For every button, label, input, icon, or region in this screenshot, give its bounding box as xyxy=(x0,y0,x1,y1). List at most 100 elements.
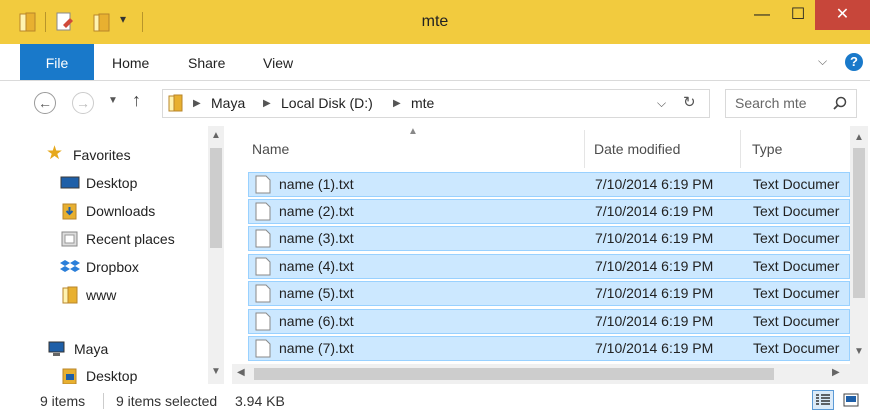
help-icon[interactable]: ? xyxy=(845,53,863,71)
new-folder-icon[interactable] xyxy=(92,11,112,33)
details-view-button[interactable] xyxy=(812,390,834,410)
nav-item-www[interactable]: www xyxy=(58,282,208,308)
nav-item-label: Recent places xyxy=(86,231,175,247)
column-header-date[interactable]: Date modified xyxy=(594,134,734,164)
nav-item-dropbox[interactable]: Dropbox xyxy=(58,254,208,280)
item-count: 9 items xyxy=(40,393,86,409)
vertical-scroll-thumb[interactable] xyxy=(853,148,865,298)
breadcrumb-mte[interactable]: mte xyxy=(411,90,434,117)
nav-item-desktop[interactable]: Desktop xyxy=(58,170,208,196)
table-row[interactable]: name (7).txt 7/10/2014 6:19 PM Text Docu… xyxy=(248,336,850,361)
nav-pane-scrollbar[interactable]: ▲ ▼ xyxy=(208,126,224,384)
nav-item-label: Dropbox xyxy=(86,259,139,275)
scroll-down-icon[interactable]: ▼ xyxy=(854,346,864,357)
nav-scroll-thumb[interactable] xyxy=(210,148,222,248)
navigation-bar: ← → ▼ ↑ ▶ Maya ▶ Local Disk (D:) ▶ mte ⌵… xyxy=(0,81,870,125)
breadcrumb-local-disk[interactable]: Local Disk (D:) xyxy=(281,90,373,117)
star-icon: ★ xyxy=(46,143,64,164)
large-icons-view-button[interactable] xyxy=(840,390,862,410)
scroll-left-icon[interactable]: ◀ xyxy=(237,367,245,378)
nav-item-downloads[interactable]: Downloads xyxy=(58,198,208,224)
file-name: name (4).txt xyxy=(279,258,354,274)
maximize-button[interactable]: ☐ xyxy=(782,0,814,30)
breadcrumb-separator[interactable]: ▶ xyxy=(263,90,271,117)
file-name: name (3).txt xyxy=(279,230,354,246)
up-button[interactable]: ↑ xyxy=(132,90,141,111)
file-name: name (5).txt xyxy=(279,285,354,301)
tab-view[interactable]: View xyxy=(263,44,293,80)
file-name: name (1).txt xyxy=(279,176,354,192)
navigation-pane: ★ Favorites Desktop Downloads Recent pla… xyxy=(0,126,230,385)
dropbox-icon xyxy=(60,260,80,272)
nav-favorites-label: Favorites xyxy=(73,147,131,163)
text-file-icon xyxy=(255,229,271,248)
file-date: 7/10/2014 6:19 PM xyxy=(595,340,714,356)
title-bar: mte ▾ — ☐ ✕ xyxy=(0,0,870,44)
horizontal-scroll-thumb[interactable] xyxy=(254,368,774,380)
text-file-icon xyxy=(255,284,271,303)
breadcrumb-separator[interactable]: ▶ xyxy=(193,90,201,117)
forward-button[interactable]: → xyxy=(72,92,94,114)
tab-share[interactable]: Share xyxy=(188,44,225,80)
text-file-icon xyxy=(255,339,271,358)
search-input[interactable]: Search mte xyxy=(735,90,807,117)
nav-computer-label: Maya xyxy=(74,341,109,357)
desktop-folder-icon xyxy=(62,368,77,385)
ribbon-tabs: File Home Share View ⌵ ? xyxy=(0,44,870,81)
nav-item-recent-places[interactable]: Recent places xyxy=(58,226,208,252)
back-button[interactable]: ← xyxy=(34,92,56,114)
nav-computer[interactable]: Maya xyxy=(44,336,204,362)
downloads-folder-icon xyxy=(62,203,77,220)
file-date: 7/10/2014 6:19 PM xyxy=(595,285,714,301)
recent-locations-icon[interactable]: ▼ xyxy=(108,95,118,106)
tab-file[interactable]: File xyxy=(20,44,94,80)
scroll-right-icon[interactable]: ▶ xyxy=(832,367,840,378)
desktop-icon xyxy=(60,176,80,189)
folder-icon xyxy=(62,286,78,304)
tab-home[interactable]: Home xyxy=(112,44,149,80)
address-bar[interactable]: ▶ Maya ▶ Local Disk (D:) ▶ mte ⌵ ↻ xyxy=(162,89,710,118)
file-type: Text Documer xyxy=(753,203,840,219)
selection-size: 3.94 KB xyxy=(235,393,285,409)
file-name: name (7).txt xyxy=(279,340,354,356)
properties-icon[interactable] xyxy=(55,11,75,33)
text-file-icon xyxy=(255,202,271,221)
minimize-button[interactable]: — xyxy=(745,0,779,30)
search-box[interactable]: Search mte xyxy=(725,89,857,118)
customize-quick-access-icon[interactable]: ▾ xyxy=(120,12,126,26)
file-date: 7/10/2014 6:19 PM xyxy=(595,313,714,329)
table-row[interactable]: name (5).txt 7/10/2014 6:19 PM Text Docu… xyxy=(248,281,850,306)
file-date: 7/10/2014 6:19 PM xyxy=(595,176,714,192)
folder-icon xyxy=(168,94,183,112)
scroll-up-icon[interactable]: ▲ xyxy=(854,132,864,143)
address-dropdown-icon[interactable]: ⌵ xyxy=(657,96,666,111)
text-file-icon xyxy=(255,175,271,194)
scroll-up-icon[interactable]: ▲ xyxy=(211,130,221,141)
file-name: name (6).txt xyxy=(279,313,354,329)
file-type: Text Documer xyxy=(753,340,840,356)
details-view-icon xyxy=(816,394,830,405)
status-bar: 9 items 9 items selected 3.94 KB xyxy=(0,384,870,418)
table-row[interactable]: name (2).txt 7/10/2014 6:19 PM Text Docu… xyxy=(248,199,850,224)
expand-ribbon-icon[interactable]: ⌵ xyxy=(818,54,827,69)
table-row[interactable]: name (3).txt 7/10/2014 6:19 PM Text Docu… xyxy=(248,226,850,251)
recent-places-icon xyxy=(61,231,78,247)
nav-item-label: Desktop xyxy=(86,175,138,191)
table-row[interactable]: name (6).txt 7/10/2014 6:19 PM Text Docu… xyxy=(248,309,850,334)
table-row[interactable]: name (4).txt 7/10/2014 6:19 PM Text Docu… xyxy=(248,254,850,279)
column-header-name[interactable]: Name xyxy=(252,134,582,164)
breadcrumb-maya[interactable]: Maya xyxy=(211,90,245,117)
file-type: Text Documer xyxy=(753,230,840,246)
search-icon[interactable] xyxy=(833,96,847,110)
column-header-type[interactable]: Type xyxy=(752,134,842,164)
text-file-icon xyxy=(255,257,271,276)
file-list-vertical-scrollbar[interactable]: ▲ ▼ xyxy=(850,126,868,364)
scroll-down-icon[interactable]: ▼ xyxy=(211,366,221,377)
close-button[interactable]: ✕ xyxy=(815,0,870,30)
table-row[interactable]: name (1).txt 7/10/2014 6:19 PM Text Docu… xyxy=(248,172,850,197)
refresh-icon[interactable]: ↻ xyxy=(683,93,696,111)
text-file-icon xyxy=(255,312,271,331)
breadcrumb-separator[interactable]: ▶ xyxy=(393,90,401,117)
computer-icon xyxy=(48,341,65,356)
file-list-horizontal-scrollbar[interactable]: ◀ ▶ xyxy=(232,364,868,384)
